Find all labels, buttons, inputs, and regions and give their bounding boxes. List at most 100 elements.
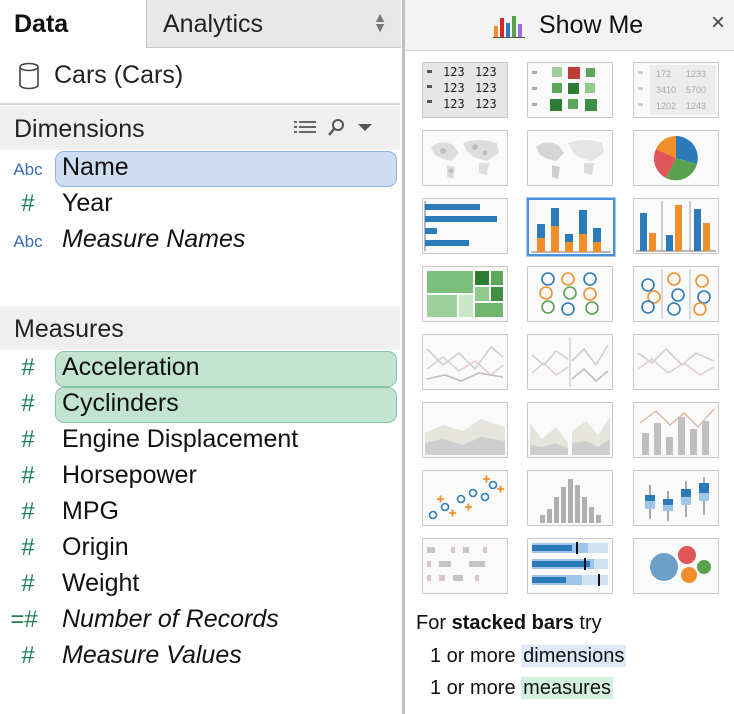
- chart-type-text-table[interactable]: 123 123 123 123 123 123: [422, 62, 508, 118]
- scatter-plot-icon: [428, 475, 504, 520]
- histogram-icon: [540, 479, 601, 523]
- packed-bubbles-icon: [650, 546, 711, 583]
- field-horsepower[interactable]: # Horsepower: [0, 458, 400, 494]
- field-label: Cyclinders: [62, 389, 179, 417]
- svg-text:123: 123: [475, 97, 497, 111]
- chart-type-scatter-plot[interactable]: [422, 470, 508, 526]
- number-type-icon: #: [21, 426, 35, 453]
- field-engine-displacement[interactable]: # Engine Displacement: [0, 422, 400, 458]
- bullet-graph-icon: [532, 542, 608, 586]
- chart-type-area-continuous[interactable]: [422, 402, 508, 458]
- chart-type-heat-map[interactable]: [527, 62, 613, 118]
- close-icon[interactable]: ×: [711, 10, 725, 36]
- field-measure-values[interactable]: # Measure Values: [0, 638, 400, 674]
- tab-analytics[interactable]: Analytics ▲ ▼: [146, 0, 401, 48]
- field-label: Origin: [62, 533, 129, 561]
- svg-text:1233: 1233: [686, 69, 706, 79]
- field-label: Weight: [62, 569, 140, 597]
- tab-data-label: Data: [14, 10, 69, 38]
- field-weight[interactable]: # Weight: [0, 566, 400, 602]
- field-label: Measure Names: [62, 225, 246, 253]
- svg-text:123: 123: [443, 65, 465, 79]
- dimensions-header: Dimensions: [0, 106, 400, 150]
- circle-views-icon: [539, 272, 599, 316]
- measures-header: Measures: [0, 306, 400, 350]
- chart-type-area-discrete[interactable]: [527, 402, 613, 458]
- sort-arrows-icon[interactable]: ▲ ▼: [373, 10, 387, 34]
- hint-count: 1 or more: [430, 645, 516, 667]
- field-label: Number of Records: [62, 605, 279, 633]
- treemap-icon: [427, 271, 503, 317]
- string-type-icon: Abc: [13, 160, 43, 179]
- highlight-table-icon: 172 1233 3410 5700 1202 1243: [638, 65, 716, 115]
- chart-type-highlight-table[interactable]: 172 1233 3410 5700 1202 1243: [633, 62, 719, 118]
- field-measure-names[interactable]: Abc Measure Names: [0, 222, 400, 258]
- chart-type-discrete-lines[interactable]: [527, 334, 613, 390]
- field-mpg[interactable]: # MPG: [0, 494, 400, 530]
- chart-type-histogram[interactable]: [527, 470, 613, 526]
- side-by-side-bars-icon: [636, 201, 716, 252]
- datasource-row[interactable]: Cars (Cars): [0, 52, 400, 100]
- area-discrete-icon: [530, 417, 610, 455]
- field-label: Engine Displacement: [62, 425, 299, 453]
- field-name[interactable]: Abc Name: [0, 150, 400, 187]
- hint-measures: measures: [521, 677, 613, 699]
- hint-suffix: try: [579, 612, 602, 634]
- horizontal-bars-icon: [424, 201, 497, 251]
- chart-type-stacked-bars[interactable]: [527, 198, 615, 256]
- datasource-name: Cars (Cars): [54, 61, 184, 89]
- number-type-icon: #: [21, 498, 35, 525]
- dimensions-title: Dimensions: [14, 115, 145, 143]
- chart-type-treemap[interactable]: [422, 266, 508, 322]
- hint-prefix: For: [416, 612, 446, 634]
- hint-chart-name: stacked bars: [451, 612, 574, 634]
- svg-text:123: 123: [475, 81, 497, 95]
- heat-map-icon: [532, 67, 597, 111]
- chart-type-dual-combination[interactable]: [633, 402, 719, 458]
- hint-dimensions-line: 1 or more dimensions: [430, 645, 627, 668]
- chart-type-box-and-whisker[interactable]: [633, 470, 719, 526]
- field-year[interactable]: # Year: [0, 186, 400, 222]
- chart-type-pie-chart[interactable]: [633, 130, 719, 186]
- svg-text:1202: 1202: [656, 101, 676, 111]
- hint-dimensions: dimensions: [521, 645, 627, 667]
- svg-text:1243: 1243: [686, 101, 706, 111]
- chart-type-continuous-lines[interactable]: [422, 334, 508, 390]
- data-pane: Data Analytics ▲ ▼ Cars (Cars) Dimensions: [0, 0, 401, 714]
- chart-type-side-by-side-circles[interactable]: [633, 266, 719, 322]
- discrete-lines-icon: [531, 337, 609, 387]
- show-me-header: Show Me ×: [405, 0, 734, 51]
- field-origin[interactable]: # Origin: [0, 530, 400, 566]
- chart-type-filled-map[interactable]: [527, 130, 613, 186]
- list-view-icon[interactable]: [294, 121, 316, 133]
- chart-type-gantt-chart[interactable]: [422, 538, 508, 594]
- svg-text:123: 123: [443, 81, 465, 95]
- area-continuous-icon: [425, 419, 505, 455]
- divider: [0, 103, 400, 105]
- number-type-icon: #: [21, 570, 35, 597]
- field-acceleration[interactable]: # Acceleration: [0, 350, 400, 387]
- chart-type-dual-lines[interactable]: [633, 334, 719, 390]
- chart-type-side-by-side-bars[interactable]: [633, 198, 719, 254]
- tab-data[interactable]: Data: [0, 0, 146, 48]
- chart-type-packed-bubbles[interactable]: [633, 538, 719, 594]
- field-number-of-records[interactable]: =# Number of Records: [0, 602, 400, 638]
- string-type-icon: Abc: [13, 232, 43, 251]
- svg-text:3410: 3410: [656, 85, 676, 95]
- field-label: Horsepower: [62, 461, 197, 489]
- svg-text:172: 172: [656, 69, 671, 79]
- dropdown-arrow-icon[interactable]: [358, 124, 372, 131]
- svg-text:123: 123: [475, 65, 497, 79]
- search-icon[interactable]: [328, 119, 344, 136]
- chart-type-circle-views[interactable]: [527, 266, 613, 322]
- chart-type-horizontal-bars[interactable]: [422, 198, 508, 254]
- svg-text:123: 123: [443, 97, 465, 111]
- dual-lines-icon: [637, 347, 715, 376]
- field-cyclinders[interactable]: # Cyclinders: [0, 386, 400, 423]
- filled-map-icon: [536, 140, 604, 179]
- chart-type-bullet-graph[interactable]: [527, 538, 613, 594]
- stacked-bars-icon: [531, 208, 611, 253]
- continuous-lines-icon: [426, 345, 504, 382]
- number-type-icon: #: [21, 354, 35, 381]
- chart-type-symbol-map[interactable]: [422, 130, 508, 186]
